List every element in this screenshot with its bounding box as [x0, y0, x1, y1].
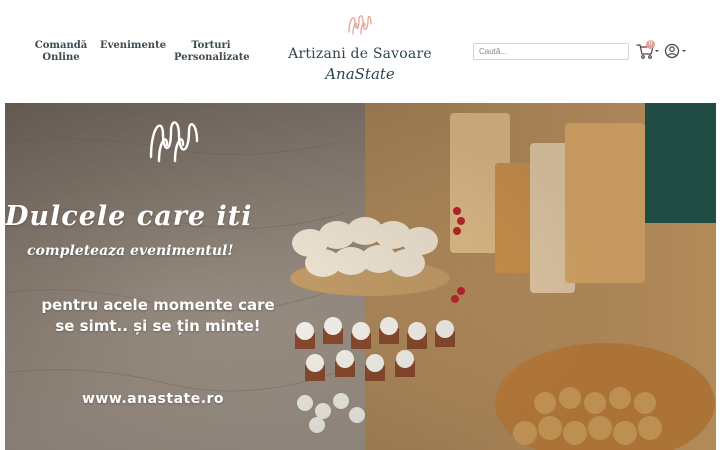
site-header: Comandă Online Evenimente Torturi Person…: [0, 0, 720, 100]
hero-subtitle-line1: pentru acele momente care: [41, 296, 275, 314]
hero-headline-line2: completeaza evenimentul!: [27, 243, 234, 259]
brand-script: AnaState: [325, 65, 395, 83]
cart-count-badge: 0: [646, 40, 655, 49]
hero-subtitle: pentru acele momente care se simt.. și s…: [23, 295, 293, 337]
hero-subtitle-line2: se simt.. și se țin minte!: [55, 317, 261, 335]
hero-headline-line1: Dulcele care iti: [5, 201, 253, 232]
nav-comanda-line1: Comandă: [34, 40, 88, 51]
nav-torturi-line2: Personalizate: [174, 52, 250, 63]
anastate-monogram-icon: [348, 15, 372, 35]
brand-logo[interactable]: Artizani de Savoare AnaState: [282, 8, 438, 92]
hero-banner[interactable]: Dulcele care iti completeaza evenimentul…: [5, 103, 716, 450]
nav-comanda-online[interactable]: Comandă Online: [32, 40, 90, 64]
nav-comanda-line2: Online: [42, 52, 80, 63]
anastate-monogram-icon: [149, 121, 199, 163]
nav-evenimente-label: Evenimente: [100, 40, 167, 51]
nav-torturi-line1: Torturi: [191, 40, 231, 51]
nav-evenimente[interactable]: Evenimente: [100, 40, 167, 52]
brand-name: Artizani de Savoare: [288, 46, 432, 62]
nav-torturi-personalizate[interactable]: Torturi Personalizate: [174, 40, 250, 64]
user-circle-icon[interactable]: [664, 43, 690, 59]
hero-website-url: www.anastate.ro: [81, 391, 225, 407]
search-input[interactable]: [473, 43, 629, 60]
